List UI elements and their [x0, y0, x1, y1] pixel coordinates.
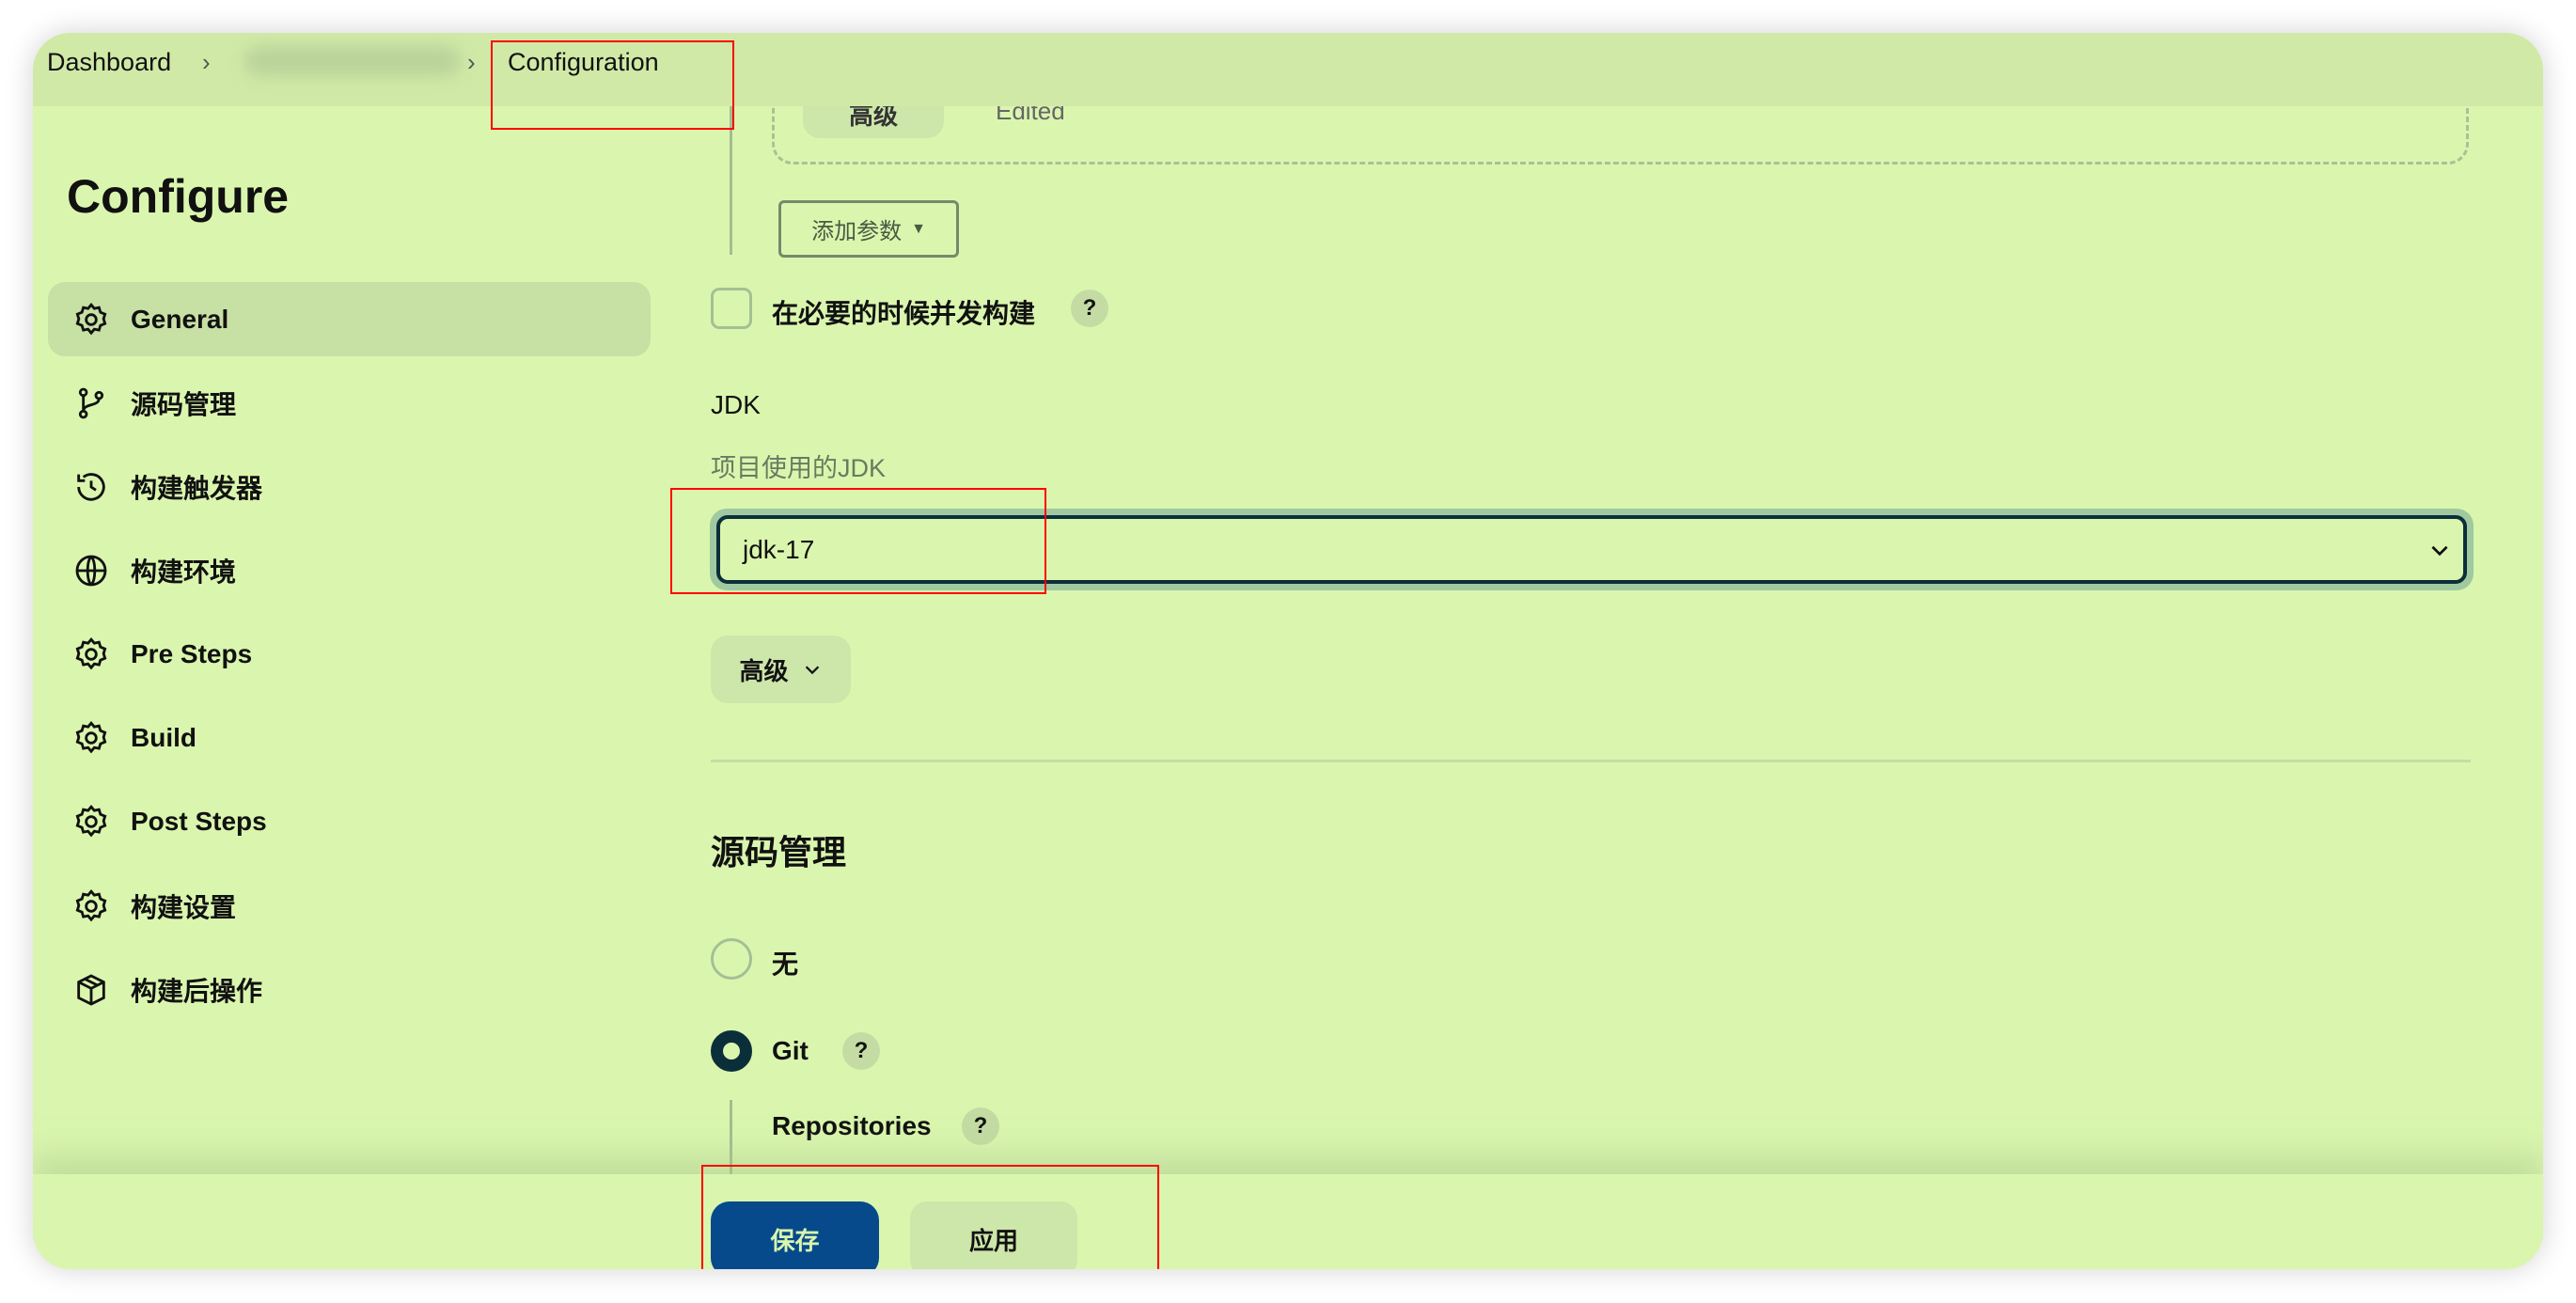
- repositories-label: Repositories: [772, 1111, 932, 1140]
- section-line: [730, 1100, 732, 1175]
- caret-down-icon: ▼: [911, 220, 926, 237]
- scm-title: 源码管理: [711, 833, 847, 871]
- sidebar-item-4[interactable]: Pre Steps: [48, 617, 651, 691]
- concurrent-build-label: 在必要的时候并发构建: [772, 299, 1036, 328]
- sidebar-item-0[interactable]: General: [48, 282, 651, 356]
- gear-icon: [75, 720, 107, 753]
- sidebar-item-label: Pre Steps: [131, 638, 253, 668]
- sidebar-item-label: Build: [131, 722, 196, 752]
- breadcrumb-bar: Dashboard › › Configuration: [33, 33, 2543, 106]
- help-icon[interactable]: ?: [842, 1032, 880, 1070]
- divider: [711, 760, 2471, 762]
- scm-none-radio[interactable]: [711, 938, 752, 980]
- concurrent-build-checkbox[interactable]: [711, 288, 752, 329]
- globe-icon: [75, 555, 107, 586]
- sidebar-item-label: 构建环境: [131, 557, 237, 587]
- sidebar-item-label: 源码管理: [131, 389, 237, 419]
- add-parameter-label: 添加参数: [811, 219, 903, 244]
- sidebar-item-7[interactable]: 构建设置: [48, 869, 651, 943]
- scm-git-label: Git: [772, 1036, 809, 1065]
- sidebar-item-1[interactable]: 源码管理: [48, 366, 651, 440]
- sidebar-item-label: Post Steps: [131, 806, 267, 836]
- sidebar-item-label: 构建设置: [131, 892, 237, 922]
- help-icon[interactable]: ?: [962, 1107, 999, 1145]
- advanced-button[interactable]: 高级: [711, 636, 851, 703]
- sidebar-item-8[interactable]: 构建后操作: [48, 952, 651, 1027]
- chevron-down-icon: [805, 666, 819, 675]
- chevron-down-icon: [2431, 545, 2448, 556]
- page-title: Configure: [67, 170, 290, 223]
- gear-icon: [75, 302, 107, 335]
- package-icon: [77, 973, 105, 1006]
- sidebar-item-label: 构建触发器: [131, 473, 263, 503]
- scm-git-radio[interactable]: [711, 1030, 752, 1072]
- breadcrumb-project-blurred[interactable]: [244, 46, 461, 76]
- annotation-box: [670, 488, 1046, 594]
- chevron-right-icon: ›: [202, 48, 211, 76]
- advanced-label: 高级: [739, 656, 789, 685]
- jdk-description: 项目使用的JDK: [711, 454, 887, 482]
- scm-none-label: 无: [772, 950, 799, 979]
- sidebar-item-label: General: [131, 304, 229, 334]
- sidebar-item-5[interactable]: Build: [48, 700, 651, 775]
- add-parameter-button[interactable]: 添加参数 ▼: [778, 200, 959, 258]
- annotation-box: [491, 40, 734, 130]
- gear-icon: [75, 888, 107, 921]
- branch-icon: [78, 387, 104, 418]
- sidebar-item-6[interactable]: Post Steps: [48, 784, 651, 858]
- gear-icon: [75, 636, 107, 669]
- help-icon[interactable]: ?: [1071, 290, 1108, 327]
- annotation-box: [701, 1165, 1159, 1269]
- breadcrumb-dashboard[interactable]: Dashboard: [47, 48, 171, 77]
- sidebar-item-2[interactable]: 构建触发器: [48, 449, 651, 524]
- chevron-right-icon: ›: [467, 48, 476, 76]
- bottom-action-bar: 保存 应用: [33, 1174, 2543, 1269]
- sidebar-item-3[interactable]: 构建环境: [48, 533, 651, 607]
- gear-icon: [75, 804, 107, 837]
- jenkins-window: Dashboard › › Configuration Configure Ge…: [33, 33, 2543, 1269]
- clock-icon: [77, 472, 105, 501]
- jdk-title: JDK: [711, 390, 761, 419]
- sidebar-item-label: 构建后操作: [131, 976, 263, 1006]
